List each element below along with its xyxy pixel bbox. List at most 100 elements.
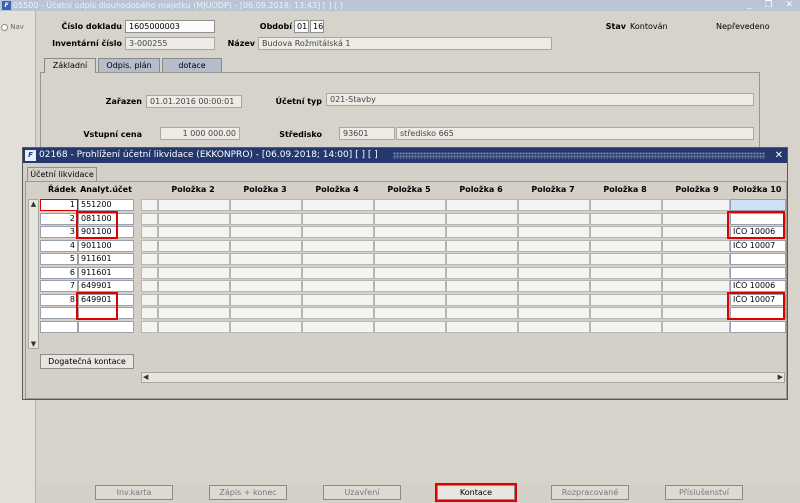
cell-empty[interactable]: [446, 199, 518, 211]
cell-empty[interactable]: [662, 226, 730, 238]
cell-empty[interactable]: [141, 307, 158, 319]
inventarni-cislo-field[interactable]: 3-000255: [125, 37, 215, 50]
cell-p10[interactable]: [730, 253, 786, 265]
table-row[interactable]: 3 901100 IČO 10006: [26, 226, 788, 238]
cell-ucet[interactable]: 551200: [78, 199, 134, 211]
cell-empty[interactable]: [158, 212, 230, 225]
nav-button[interactable]: Nav: [1, 23, 24, 31]
cell-empty[interactable]: [446, 293, 518, 306]
cell-radek[interactable]: 5: [40, 253, 78, 265]
cell-empty[interactable]: [302, 307, 374, 319]
nazev-field[interactable]: Budova Rožmitálská 1: [258, 37, 552, 50]
uzavreni-button[interactable]: Uzavření: [323, 485, 401, 500]
cell-p10[interactable]: [730, 266, 786, 279]
cell-empty[interactable]: [518, 266, 590, 279]
cell-empty[interactable]: [230, 307, 302, 319]
rozpracovane-button[interactable]: Rozpracované: [551, 485, 629, 500]
cell-empty[interactable]: [374, 199, 446, 211]
close-icon[interactable]: ✕: [775, 148, 783, 163]
cell-empty[interactable]: [662, 320, 730, 333]
cell-empty[interactable]: [518, 293, 590, 306]
scroll-down-icon[interactable]: ▼: [29, 340, 38, 348]
cell-p10[interactable]: [730, 320, 786, 333]
cell-empty[interactable]: [662, 212, 730, 225]
stredisko-code-field[interactable]: 93601: [339, 127, 395, 140]
table-row[interactable]: 4 901100 IČO 10007: [26, 239, 788, 252]
table-row[interactable]: 6 911601: [26, 266, 788, 279]
cislo-dokladu-field[interactable]: 1605000003: [125, 20, 215, 33]
cell-ucet[interactable]: 649901: [78, 280, 134, 292]
cell-empty[interactable]: [158, 293, 230, 306]
cell-empty[interactable]: [141, 239, 158, 252]
cell-empty[interactable]: [446, 307, 518, 319]
cell-radek[interactable]: 4: [40, 239, 78, 252]
cell-empty[interactable]: [230, 266, 302, 279]
cell-empty[interactable]: [446, 266, 518, 279]
cell-empty[interactable]: [230, 239, 302, 252]
cell-empty[interactable]: [446, 320, 518, 333]
cell-empty[interactable]: [158, 266, 230, 279]
cell-empty[interactable]: [302, 226, 374, 238]
cell-empty[interactable]: [141, 280, 158, 292]
cell-empty[interactable]: [590, 199, 662, 211]
inv-karta-button[interactable]: Inv.karta: [95, 485, 173, 500]
cell-empty[interactable]: [302, 199, 374, 211]
cell-p10[interactable]: IČO 10007: [730, 239, 786, 252]
cell-empty[interactable]: [141, 320, 158, 333]
cell-empty[interactable]: [590, 212, 662, 225]
cell-empty[interactable]: [302, 266, 374, 279]
cell-empty[interactable]: [230, 280, 302, 292]
cell-radek[interactable]: 3: [40, 226, 78, 238]
cell-empty[interactable]: [518, 212, 590, 225]
cell-p10[interactable]: IČO 10006: [730, 280, 786, 292]
cell-empty[interactable]: [662, 293, 730, 306]
cell-empty[interactable]: [662, 253, 730, 265]
cell-empty[interactable]: [230, 253, 302, 265]
cell-empty[interactable]: [590, 239, 662, 252]
cell-empty[interactable]: [158, 280, 230, 292]
cell-empty[interactable]: [158, 320, 230, 333]
cell-radek[interactable]: 2: [40, 212, 78, 225]
cell-empty[interactable]: [590, 253, 662, 265]
zarazen-field[interactable]: 01.01.2016 00:00:01: [146, 95, 242, 108]
cell-radek[interactable]: 8: [40, 293, 78, 306]
cell-ucet[interactable]: 911601: [78, 253, 134, 265]
tab-dotace[interactable]: dotace: [162, 58, 222, 72]
cell-empty[interactable]: [446, 212, 518, 225]
cell-radek[interactable]: 1: [40, 199, 78, 211]
cell-empty[interactable]: [662, 199, 730, 211]
cell-empty[interactable]: [141, 212, 158, 225]
cell-empty[interactable]: [230, 226, 302, 238]
cell-empty[interactable]: [302, 212, 374, 225]
cell-empty[interactable]: [590, 293, 662, 306]
cell-empty[interactable]: [446, 226, 518, 238]
cell-empty[interactable]: [230, 320, 302, 333]
prislusenstvi-button[interactable]: Příslušenství: [665, 485, 743, 500]
cell-empty[interactable]: [518, 307, 590, 319]
cell-empty[interactable]: [518, 226, 590, 238]
cell-empty[interactable]: [590, 280, 662, 292]
cell-empty[interactable]: [374, 293, 446, 306]
cell-empty[interactable]: [518, 199, 590, 211]
cell-empty[interactable]: [590, 226, 662, 238]
tab-zakladni[interactable]: Základní: [44, 58, 96, 73]
cell-empty[interactable]: [141, 293, 158, 306]
cell-p10[interactable]: [730, 199, 786, 211]
table-row[interactable]: 1 551200: [26, 199, 788, 211]
ucetni-typ-field[interactable]: 021-Stavby: [326, 93, 754, 106]
cell-empty[interactable]: [518, 320, 590, 333]
cell-empty[interactable]: [446, 239, 518, 252]
cell-empty[interactable]: [518, 253, 590, 265]
cell-empty[interactable]: [302, 293, 374, 306]
cell-empty[interactable]: [158, 239, 230, 252]
cell-empty[interactable]: [158, 226, 230, 238]
table-row[interactable]: 8 649901 IČO 10007: [26, 293, 788, 306]
cell-empty[interactable]: [158, 199, 230, 211]
cell-empty[interactable]: [374, 307, 446, 319]
table-row[interactable]: [26, 320, 788, 333]
vstupni-cena-field[interactable]: 1 000 000.00: [160, 127, 240, 140]
window-controls[interactable]: _ ❐ ✕: [747, 0, 798, 10]
table-row[interactable]: 2 081100: [26, 212, 788, 225]
cell-ucet[interactable]: [78, 320, 134, 333]
cell-empty[interactable]: [374, 320, 446, 333]
